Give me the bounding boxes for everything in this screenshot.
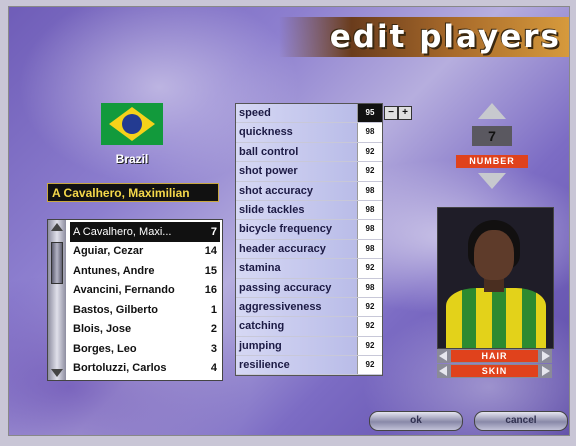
number-label: NUMBER — [456, 155, 528, 168]
stat-label: aggressiveness — [236, 297, 357, 317]
stat-value: 92 — [357, 297, 382, 317]
number-up-icon[interactable] — [478, 103, 506, 119]
portrait-face — [474, 230, 514, 280]
country-name: Brazil — [115, 152, 149, 166]
player-number: 14 — [204, 245, 217, 258]
player-name: Blois, Jose — [73, 323, 132, 336]
hair-selector: HAIR — [437, 349, 552, 363]
roster-row[interactable]: Antunes, Andre 15 — [70, 261, 220, 281]
stat-value: 98 — [357, 278, 382, 297]
stat-label: slide tackles — [236, 200, 357, 220]
stat-row-passing-accuracy[interactable]: passing accuracy 98 — [236, 278, 382, 298]
player-number: 2 — [210, 323, 217, 336]
stat-row-slide-tackles[interactable]: slide tackles 98 — [236, 200, 382, 221]
stat-value: 98 — [357, 200, 382, 220]
player-number: 7 — [210, 225, 217, 238]
roster-scrollbar[interactable] — [48, 220, 66, 380]
number-down-icon[interactable] — [478, 173, 506, 189]
hair-label: HAIR — [451, 350, 538, 362]
game-screen: edit players Brazil A Cavalhero, Maximil… — [8, 6, 570, 436]
stat-value: 92 — [357, 162, 382, 181]
stat-value: 92 — [357, 259, 382, 278]
skin-selector: SKIN — [437, 364, 552, 378]
stat-label: speed — [236, 104, 357, 123]
player-name: A Cavalhero, Maxi... — [73, 225, 172, 238]
flag-globe — [122, 114, 142, 134]
hair-prev-icon[interactable] — [439, 351, 447, 361]
roster-row[interactable]: A Cavalhero, Maxi... 7 — [70, 222, 220, 242]
roster-row[interactable]: Borges, Leo 3 — [70, 339, 220, 359]
header-banner: edit players — [279, 17, 569, 57]
stat-value: 98 — [357, 220, 382, 239]
stat-label: ball control — [236, 142, 357, 162]
portrait-jersey — [446, 288, 546, 348]
player-number: 15 — [204, 264, 217, 277]
player-number: 16 — [204, 284, 217, 297]
stat-label: passing accuracy — [236, 278, 357, 297]
stat-row-catching[interactable]: catching 92 — [236, 317, 382, 337]
roster-list: A Cavalhero, Maxi... 7 Aguiar, Cezar 14 An… — [70, 222, 220, 378]
brazil-flag-icon — [101, 103, 163, 145]
stat-row-jumping[interactable]: jumping 92 — [236, 336, 382, 357]
player-name: Avancini, Fernando — [73, 284, 175, 297]
ok-button[interactable]: ok — [369, 411, 463, 431]
stat-label: jumping — [236, 336, 357, 356]
cancel-button[interactable]: cancel — [474, 411, 568, 431]
player-name: Bastos, Gilberto — [73, 303, 158, 316]
stat-row-aggressiveness[interactable]: aggressiveness 92 — [236, 297, 382, 318]
stat-row-shot-power[interactable]: shot power 92 — [236, 162, 382, 182]
stat-row-ball-control[interactable]: ball control 92 — [236, 142, 382, 163]
roster-row[interactable]: Avancini, Fernando 16 — [70, 281, 220, 301]
stat-row-shot-accuracy[interactable]: shot accuracy 98 — [236, 181, 382, 201]
stat-label: quickness — [236, 123, 357, 142]
roster-row[interactable]: Blois, Jose 2 — [70, 320, 220, 340]
stat-row-stamina[interactable]: stamina 92 — [236, 259, 382, 279]
scroll-down-icon[interactable] — [51, 369, 63, 377]
stat-value: 98 — [357, 239, 382, 259]
stat-label: header accuracy — [236, 239, 357, 259]
player-name: Antunes, Andre — [73, 264, 155, 277]
skin-prev-icon[interactable] — [439, 366, 447, 376]
stat-row-bicycle-frequency[interactable]: bicycle frequency 98 — [236, 220, 382, 240]
skin-next-icon[interactable] — [542, 366, 550, 376]
player-number: 1 — [210, 303, 217, 316]
stat-label: resilience — [236, 356, 357, 375]
stat-decrease-button[interactable]: − — [384, 106, 398, 120]
stat-increase-button[interactable]: + — [398, 106, 412, 120]
stat-label: catching — [236, 317, 357, 336]
player-number: 4 — [210, 362, 217, 375]
roster-row[interactable]: Bastos, Gilberto 1 — [70, 300, 220, 320]
stat-value: 92 — [357, 356, 382, 375]
stat-value: 92 — [357, 142, 382, 162]
stat-row-quickness[interactable]: quickness 98 — [236, 123, 382, 143]
player-number: 3 — [210, 342, 217, 355]
stat-value: 98 — [357, 181, 382, 200]
roster-row[interactable]: Bortoluzzi, Carlos 4 — [70, 359, 220, 379]
player-name: Bortoluzzi, Carlos — [73, 362, 167, 375]
attribute-table: speed 95 quickness 98 ball control 92 shot … — [235, 103, 383, 377]
roster-row[interactable]: Aguiar, Cezar 14 — [70, 242, 220, 262]
stat-value: 92 — [357, 317, 382, 336]
roster-scroll-thumb[interactable] — [51, 242, 63, 284]
player-name: Borges, Leo — [73, 342, 137, 355]
player-roster: A Cavalhero, Maxi... 7 Aguiar, Cezar 14 An… — [47, 219, 223, 381]
stat-value: 98 — [357, 123, 382, 142]
jersey-number-display: 7 — [472, 126, 512, 146]
stat-row-resilience[interactable]: resilience 92 — [236, 356, 382, 376]
stat-label: stamina — [236, 259, 357, 278]
player-name: Aguiar, Cezar — [73, 245, 144, 258]
hair-next-icon[interactable] — [542, 351, 550, 361]
scroll-up-icon[interactable] — [51, 223, 63, 231]
stat-row-header-accuracy[interactable]: header accuracy 98 — [236, 239, 382, 260]
stat-label: shot power — [236, 162, 357, 181]
skin-label: SKIN — [451, 365, 538, 377]
stat-value: 92 — [357, 336, 382, 356]
stat-label: shot accuracy — [236, 181, 357, 200]
stat-row-speed[interactable]: speed 95 — [236, 104, 382, 124]
stat-label: bicycle frequency — [236, 220, 357, 239]
selected-player-name: A Cavalhero, Maximilian — [47, 183, 219, 202]
stat-value: 95 — [357, 104, 382, 123]
player-portrait — [437, 207, 554, 349]
screen-title: edit players — [329, 19, 561, 55]
